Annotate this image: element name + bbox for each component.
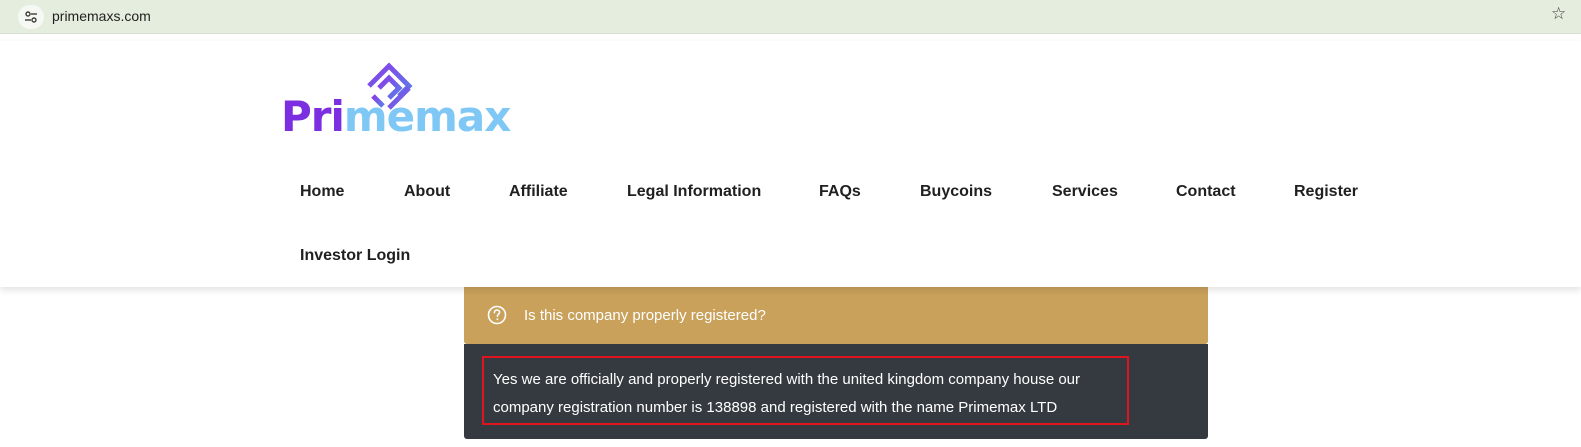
- nav-affiliate[interactable]: Affiliate: [509, 183, 568, 201]
- nav-legal-information[interactable]: Legal Information: [627, 183, 761, 201]
- nav-services[interactable]: Services: [1052, 183, 1118, 201]
- nav-investor-login[interactable]: Investor Login: [300, 247, 410, 265]
- site-info-button[interactable]: [18, 5, 44, 29]
- faq-answer: Yes we are officially and properly regis…: [493, 371, 1081, 416]
- nav-about[interactable]: About: [404, 183, 450, 201]
- nav-register[interactable]: Register: [1294, 183, 1358, 201]
- nav-faqs[interactable]: FAQs: [819, 183, 861, 201]
- star-icon[interactable]: ☆: [1551, 5, 1566, 22]
- tune-icon: [25, 11, 37, 23]
- question-circle-icon: [487, 305, 507, 325]
- site-header: Primemax Home About Affiliate Legal Info…: [0, 41, 1581, 287]
- logo[interactable]: Primemax: [281, 58, 521, 144]
- browser-address-bar: primemaxs.com ☆: [0, 0, 1581, 34]
- url-text[interactable]: primemaxs.com: [52, 8, 151, 24]
- logo-wordmark: Primemax: [281, 92, 511, 141]
- nav-buycoins[interactable]: Buycoins: [920, 183, 992, 201]
- nav-contact[interactable]: Contact: [1176, 183, 1236, 201]
- faq-answer-panel: Yes we are officially and properly regis…: [464, 344, 1208, 439]
- faq-question-header[interactable]: Is this company properly registered?: [464, 287, 1208, 344]
- faq-question: Is this company properly registered?: [524, 307, 766, 324]
- nav-home[interactable]: Home: [300, 183, 344, 201]
